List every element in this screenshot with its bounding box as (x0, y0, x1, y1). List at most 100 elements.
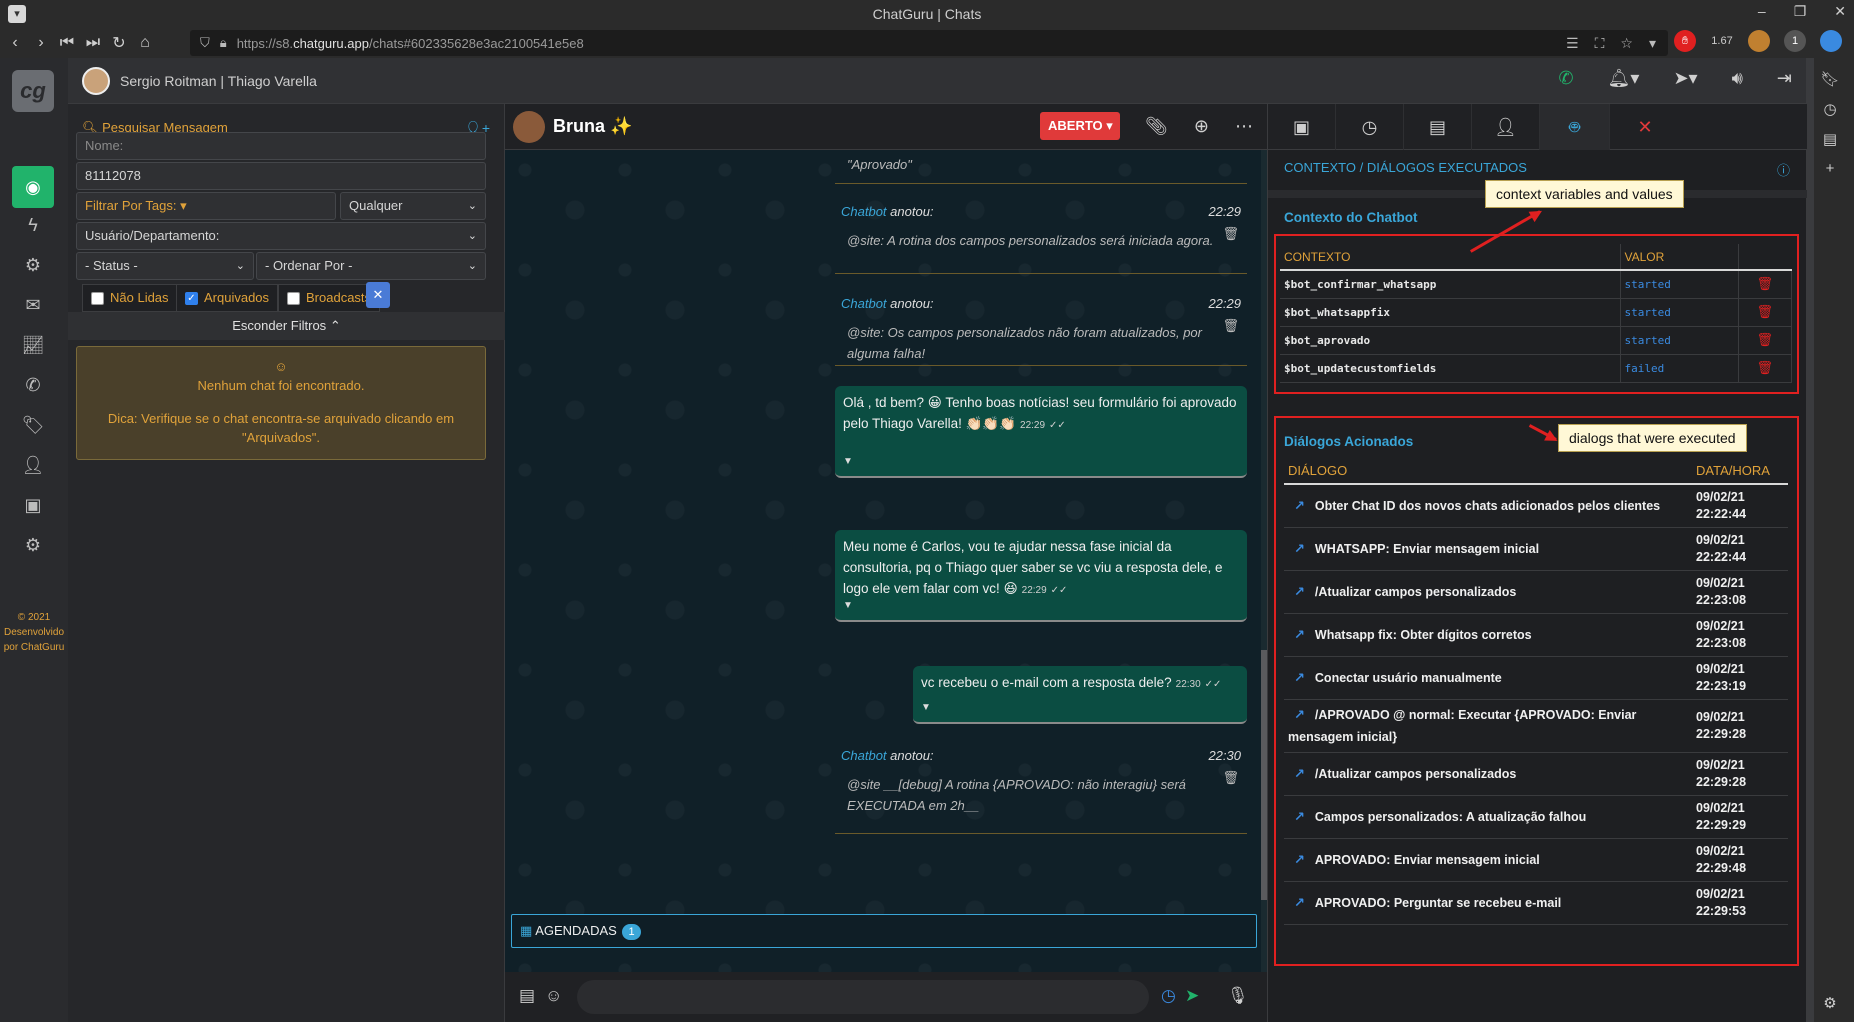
phone-icon[interactable]: ✆ (12, 364, 54, 406)
message-input[interactable] (577, 980, 1149, 1014)
microphone-icon[interactable]: 🎙︎ (1227, 986, 1249, 1006)
mail-icon[interactable]: ✉ (12, 284, 54, 326)
robot-icon[interactable]: ⚙︎ (12, 244, 54, 286)
tab-robot-icon[interactable]: 🤖︎ (1540, 104, 1610, 150)
chart-icon[interactable]: 📈︎ (12, 324, 54, 366)
external-link-icon[interactable]: ↗ (1294, 541, 1305, 556)
external-link-icon[interactable]: ↗ (1294, 498, 1305, 513)
trash-icon[interactable]: 🗑︎ (1738, 270, 1792, 299)
archived-checkbox[interactable]: ✓ Arquivados (176, 284, 279, 312)
send-icon[interactable]: ➤▾ (1673, 68, 1697, 89)
status-dropdown[interactable]: ABERTO ▾ (1040, 112, 1120, 140)
screenshot-icon[interactable]: ⛶ (1595, 35, 1605, 52)
extension-icon[interactable] (1748, 30, 1770, 52)
name-input[interactable]: Nome: (76, 132, 486, 160)
trash-icon[interactable]: 🗑︎ (1738, 326, 1792, 355)
trash-icon[interactable]: 🗑︎ (1222, 226, 1239, 242)
external-link-icon[interactable]: ↗ (1294, 584, 1305, 599)
volume-icon[interactable]: 🔊︎ (1732, 68, 1743, 89)
history-icon[interactable]: ◷ (1820, 100, 1840, 118)
zoom-level[interactable]: 1.67 (1710, 30, 1734, 52)
close-panel-icon[interactable]: ✕ (1610, 104, 1680, 150)
settings-icon[interactable]: ⚙ (12, 524, 54, 566)
skip-forward-icon[interactable]: ⏭ (80, 34, 106, 52)
flash-icon[interactable]: ϟ (12, 204, 54, 246)
tag-icon[interactable]: 🏷︎ (12, 404, 54, 446)
bookmarks-icon[interactable]: 🔖︎ (1820, 70, 1840, 88)
info-icon[interactable]: ⓘ (1777, 160, 1790, 179)
tab-user-check-icon[interactable]: 👤︎ (1472, 104, 1540, 150)
external-link-icon[interactable]: ↗ (1294, 707, 1305, 722)
external-link-icon[interactable]: ↗ (1294, 766, 1305, 781)
external-link-icon[interactable]: ↗ (1294, 627, 1305, 642)
user-icon[interactable]: 👤︎ (12, 444, 54, 486)
unread-checkbox[interactable]: Não Lidas (82, 284, 178, 312)
emoji-icon[interactable]: ☺ (545, 986, 562, 1006)
home-icon[interactable]: ⌂ (132, 34, 158, 52)
tab-notes-icon[interactable]: ▤ (1404, 104, 1472, 150)
add-comment-icon[interactable]: ⊕ (1194, 116, 1209, 137)
paperclip-icon[interactable]: 📎︎ (1145, 116, 1168, 137)
trash-icon[interactable]: 🗑︎ (1222, 770, 1239, 786)
copyright: © 2021 Desenvolvido por ChatGuru (3, 612, 65, 653)
external-link-icon[interactable]: ↗ (1294, 852, 1305, 867)
message-menu-icon[interactable]: ▼ (843, 451, 853, 472)
avatar[interactable] (82, 67, 110, 95)
bookmark-icon[interactable]: ☆ (1620, 35, 1633, 52)
dialog-name: APROVADO: Enviar mensagem inicial (1314, 853, 1540, 867)
trash-icon[interactable]: 🗑︎ (1738, 354, 1792, 383)
scheduled-bar[interactable]: ▦ AGENDADAS 1 (511, 914, 1257, 948)
contact-avatar[interactable] (513, 111, 545, 143)
tags-match-select[interactable]: Qualquer ⌄ (340, 192, 486, 220)
send-message-icon[interactable]: ➤ (1185, 986, 1199, 1006)
url-text[interactable]: https://s8.chatguru.app/chats#602335628e… (237, 36, 584, 51)
trash-icon[interactable]: 🗑︎ (1222, 318, 1239, 334)
tabs-icon[interactable]: ▤ (1820, 130, 1840, 148)
bell-icon[interactable]: 🔔︎▾ (1608, 68, 1640, 89)
profile-icon[interactable] (1820, 30, 1842, 52)
image-icon[interactable]: ▣ (12, 484, 54, 526)
logout-icon[interactable]: ⇥ (1777, 68, 1792, 89)
order-by-select[interactable]: - Ordenar Por - ⌄ (256, 252, 486, 280)
extension-badge-icon[interactable]: 1 (1784, 30, 1806, 52)
address-bar[interactable]: ⛉ 🔒︎ https://s8.chatguru.app/chats#60233… (190, 30, 1668, 56)
skip-back-icon[interactable]: ⏮ (54, 34, 80, 52)
context-value: started (1620, 270, 1739, 299)
reader-icon[interactable]: ☰ (1566, 35, 1579, 52)
forward-icon[interactable]: › (28, 34, 54, 52)
broadcasts-checkbox[interactable]: Broadcasts (278, 284, 381, 312)
back-icon[interactable]: ‹ (2, 34, 28, 52)
dropdown-icon[interactable]: ▾ (1649, 35, 1656, 52)
scrollbar[interactable] (1806, 58, 1814, 1022)
gear-icon[interactable]: ⚙ (1820, 994, 1840, 1012)
hide-filters-toggle[interactable]: Esconder Filtros ⌃ (68, 312, 505, 340)
user-department-select[interactable]: Usuário/Departamento: ⌄ (76, 222, 486, 250)
close-window-icon[interactable]: ✕ (1834, 3, 1846, 20)
outgoing-message[interactable]: Meu nome é Carlos, vou te ajudar nessa f… (835, 530, 1247, 622)
template-icon[interactable]: ▤ (519, 986, 535, 1006)
schedule-icon[interactable]: ◷ (1161, 986, 1176, 1006)
chats-icon[interactable]: ◉ (12, 166, 54, 208)
phone-input[interactable]: 81112078 (76, 162, 486, 190)
external-link-icon[interactable]: ↗ (1294, 670, 1305, 685)
tab-history-icon[interactable]: ◷ (1336, 104, 1404, 150)
message-menu-icon[interactable]: ▼ (843, 595, 853, 616)
browser-menu-icon[interactable]: ▾ (8, 5, 26, 23)
minimize-icon[interactable]: – (1758, 3, 1766, 20)
tab-contact-icon[interactable]: ▣ (1268, 104, 1336, 150)
add-icon[interactable]: + (1820, 160, 1840, 177)
more-icon[interactable]: ⋯ (1235, 116, 1253, 137)
hand-extension-icon[interactable]: ✋︎ (1674, 30, 1696, 52)
external-link-icon[interactable]: ↗ (1294, 809, 1305, 824)
reload-icon[interactable]: ↻ (106, 33, 132, 53)
message-menu-icon[interactable]: ▼ (921, 697, 931, 718)
trash-icon[interactable]: 🗑︎ (1738, 298, 1792, 327)
external-link-icon[interactable]: ↗ (1294, 895, 1305, 910)
restore-icon[interactable]: ❐ (1794, 3, 1807, 20)
filter-tags-dropdown[interactable]: Filtrar Por Tags: ▾ (76, 192, 336, 220)
clear-filters-button[interactable]: ✕ (366, 282, 390, 308)
whatsapp-icon[interactable]: ✆ (1558, 68, 1573, 89)
outgoing-message[interactable]: Olá , td bem? 😀 Tenho boas notícias! seu… (835, 386, 1247, 478)
outgoing-message[interactable]: vc recebeu o e-mail com a resposta dele?… (913, 666, 1247, 724)
status-select[interactable]: - Status - ⌄ (76, 252, 254, 280)
